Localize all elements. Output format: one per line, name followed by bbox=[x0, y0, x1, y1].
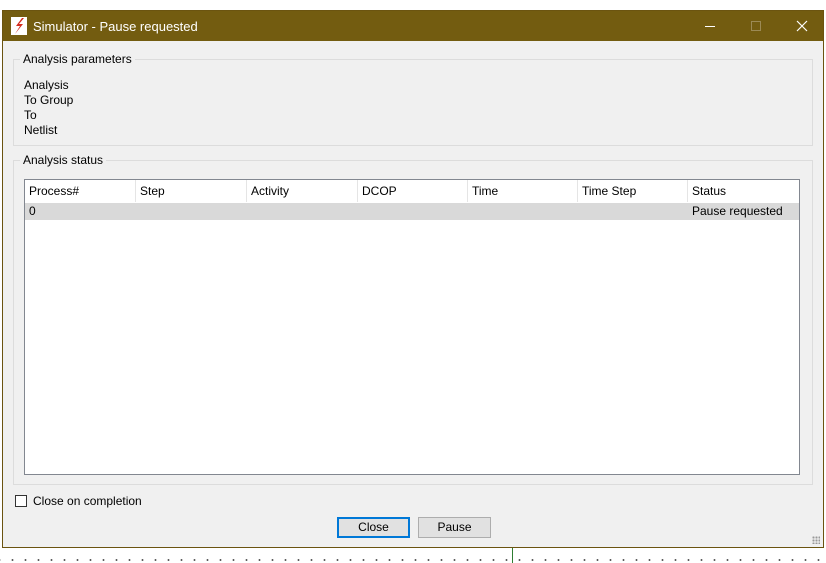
simulator-window: Simulator - Pause requested Analysis par… bbox=[2, 10, 824, 548]
col-step[interactable]: Step bbox=[136, 180, 247, 202]
maximize-button[interactable] bbox=[733, 11, 779, 41]
maximize-icon bbox=[751, 21, 761, 31]
analysis-parameters-title: Analysis parameters bbox=[20, 52, 135, 66]
minimize-button[interactable] bbox=[687, 11, 733, 41]
col-status[interactable]: Status bbox=[688, 180, 799, 202]
window-title: Simulator - Pause requested bbox=[33, 19, 198, 34]
pause-button[interactable]: Pause bbox=[418, 517, 491, 538]
col-time-step[interactable]: Time Step bbox=[578, 180, 688, 202]
cell-time-step bbox=[578, 203, 688, 220]
analysis-status-group: Analysis status Process# Step Activity D… bbox=[13, 153, 813, 485]
close-button[interactable]: Close bbox=[337, 517, 410, 538]
close-on-completion-option[interactable]: Close on completion bbox=[15, 494, 142, 508]
close-on-completion-label: Close on completion bbox=[33, 494, 142, 508]
param-netlist-label: Netlist bbox=[24, 123, 58, 137]
resize-grip[interactable] bbox=[812, 536, 820, 544]
param-to-label: To bbox=[24, 108, 37, 122]
close-window-button[interactable] bbox=[779, 11, 825, 41]
col-activity[interactable]: Activity bbox=[247, 180, 358, 202]
background-wire bbox=[512, 548, 513, 563]
cell-activity bbox=[247, 203, 358, 220]
cell-step bbox=[136, 203, 247, 220]
col-dcop[interactable]: DCOP bbox=[358, 180, 468, 202]
param-to-group-label: To Group bbox=[24, 93, 74, 107]
minimize-icon bbox=[705, 26, 715, 27]
table-row[interactable]: 0 Pause requested bbox=[25, 203, 799, 220]
col-time[interactable]: Time bbox=[468, 180, 578, 202]
ltspice-app-icon bbox=[11, 17, 27, 35]
title-bar[interactable]: Simulator - Pause requested bbox=[3, 11, 823, 41]
analysis-parameters-group: Analysis parameters Analysis To Group To… bbox=[13, 52, 813, 146]
analysis-status-title: Analysis status bbox=[20, 153, 107, 167]
close-on-completion-checkbox[interactable] bbox=[15, 495, 27, 507]
close-icon bbox=[796, 20, 808, 32]
cell-status: Pause requested bbox=[692, 204, 783, 218]
background-grid bbox=[0, 551, 826, 563]
cell-process: 0 bbox=[29, 204, 36, 218]
cell-dcop bbox=[358, 203, 468, 220]
status-table[interactable]: Process# Step Activity DCOP Time Time St… bbox=[24, 179, 800, 475]
cell-time bbox=[468, 203, 578, 220]
param-analysis-label: Analysis bbox=[24, 78, 69, 92]
col-process[interactable]: Process# bbox=[25, 180, 136, 202]
table-header: Process# Step Activity DCOP Time Time St… bbox=[25, 180, 799, 202]
